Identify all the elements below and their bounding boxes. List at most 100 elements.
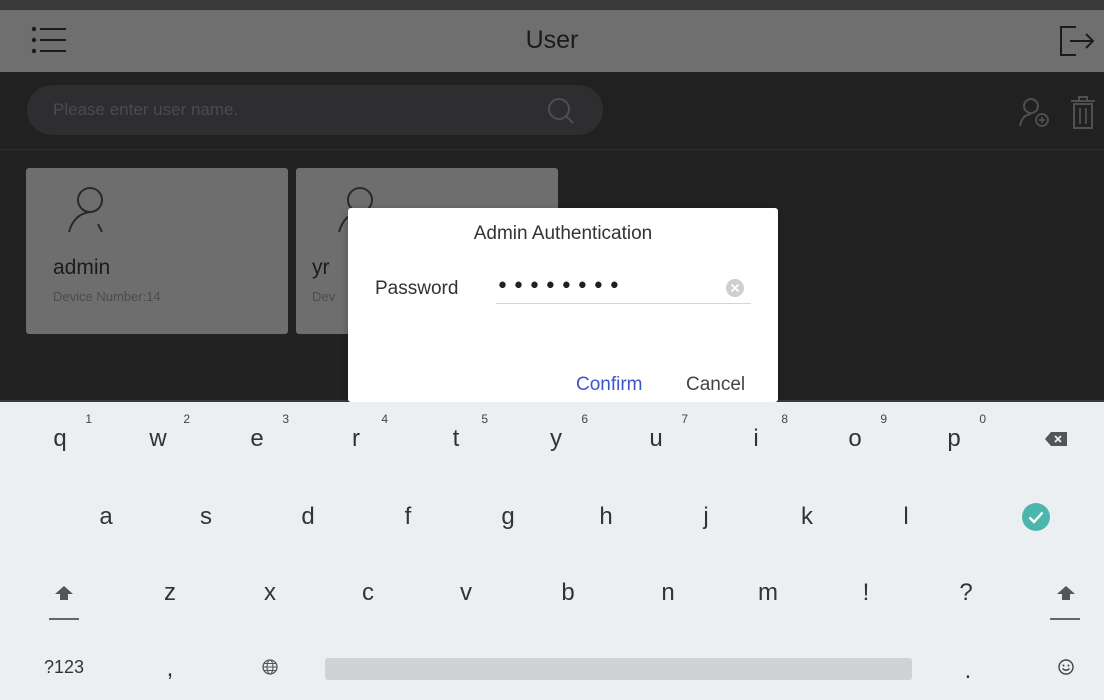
key-label: y bbox=[550, 425, 562, 452]
space-bar[interactable] bbox=[325, 658, 912, 680]
key-b[interactable]: b bbox=[518, 558, 618, 628]
key-p[interactable]: 0p bbox=[904, 404, 1004, 474]
backspace-icon bbox=[1045, 432, 1067, 446]
key-hint: 3 bbox=[282, 412, 289, 426]
admin-auth-dialog: Admin Authentication Password Confirm Ca… bbox=[348, 208, 778, 402]
key-exclamation[interactable]: ! bbox=[816, 558, 916, 628]
key-label: t bbox=[452, 425, 460, 452]
shift-underline bbox=[1050, 618, 1080, 620]
shift-arrow-icon bbox=[55, 586, 73, 600]
device-number: Dev bbox=[312, 289, 336, 304]
user-avatar-icon bbox=[68, 187, 103, 233]
backspace-key[interactable] bbox=[1016, 404, 1096, 474]
key-label: p bbox=[947, 425, 961, 452]
language-key[interactable] bbox=[220, 632, 320, 700]
page-title: User bbox=[525, 26, 579, 54]
key-label: z bbox=[164, 579, 176, 606]
check-circle-icon bbox=[1022, 503, 1050, 531]
key-j[interactable]: j bbox=[656, 482, 756, 552]
key-label: ?123 bbox=[43, 657, 85, 677]
cancel-button[interactable]: Cancel bbox=[686, 374, 745, 396]
password-input[interactable] bbox=[496, 270, 716, 302]
key-t[interactable]: 5t bbox=[406, 404, 506, 474]
search-icon[interactable] bbox=[547, 97, 575, 125]
shift-arrow-icon bbox=[1057, 586, 1075, 600]
key-c[interactable]: c bbox=[318, 558, 418, 628]
top-bar: User bbox=[0, 10, 1104, 72]
password-label: Password bbox=[375, 278, 459, 299]
key-label: v bbox=[460, 579, 472, 606]
shift-underline bbox=[49, 618, 79, 620]
key-label: f bbox=[404, 503, 412, 530]
key-f[interactable]: f bbox=[358, 482, 458, 552]
key-s[interactable]: s bbox=[156, 482, 256, 552]
key-label: i bbox=[753, 425, 759, 452]
key-l[interactable]: l bbox=[856, 482, 956, 552]
key-hint: 7 bbox=[681, 412, 688, 426]
key-label: h bbox=[599, 503, 613, 530]
device-number: Device Number:14 bbox=[53, 289, 161, 304]
key-g[interactable]: g bbox=[458, 482, 558, 552]
search-bar bbox=[27, 85, 603, 135]
key-w[interactable]: 2w bbox=[108, 404, 208, 474]
key-m[interactable]: m bbox=[718, 558, 818, 628]
key-o[interactable]: 9o bbox=[805, 404, 905, 474]
key-label: u bbox=[649, 425, 663, 452]
emoji-key[interactable] bbox=[1016, 632, 1104, 700]
key-question[interactable]: ? bbox=[916, 558, 1016, 628]
key-z[interactable]: z bbox=[120, 558, 220, 628]
key-label: , bbox=[166, 655, 174, 682]
key-hint: 1 bbox=[85, 412, 92, 426]
key-d[interactable]: d bbox=[258, 482, 358, 552]
shift-key-right[interactable] bbox=[1016, 558, 1104, 628]
key-hint: 0 bbox=[979, 412, 986, 426]
key-h[interactable]: h bbox=[556, 482, 656, 552]
trash-icon[interactable] bbox=[1070, 94, 1096, 130]
clear-icon[interactable] bbox=[725, 278, 745, 298]
onscreen-keyboard: 1q 2w 3e 4r 5t 6y 7u 8i 9o 0p a s d f g … bbox=[0, 402, 1104, 700]
logout-icon[interactable] bbox=[1058, 24, 1096, 58]
symbols-key[interactable]: ?123 bbox=[14, 632, 114, 700]
key-label: b bbox=[561, 579, 575, 606]
key-r[interactable]: 4r bbox=[306, 404, 406, 474]
key-label: x bbox=[264, 579, 276, 606]
key-label: c bbox=[362, 579, 374, 606]
user-name: yr bbox=[312, 256, 330, 279]
key-a[interactable]: a bbox=[56, 482, 156, 552]
key-hint: 9 bbox=[880, 412, 887, 426]
key-label: k bbox=[801, 503, 813, 530]
key-v[interactable]: v bbox=[416, 558, 516, 628]
key-label: r bbox=[352, 425, 360, 452]
add-user-icon[interactable] bbox=[1018, 96, 1052, 130]
enter-key[interactable] bbox=[986, 482, 1086, 552]
key-label: w bbox=[149, 425, 167, 452]
toolbar bbox=[0, 72, 1104, 150]
key-label: j bbox=[703, 503, 709, 530]
key-period[interactable]: . bbox=[918, 636, 1018, 700]
key-label: d bbox=[301, 503, 315, 530]
user-card[interactable]: admin Device Number:14 bbox=[26, 168, 288, 334]
key-k[interactable]: k bbox=[757, 482, 857, 552]
globe-icon bbox=[262, 659, 278, 675]
key-u[interactable]: 7u bbox=[606, 404, 706, 474]
key-label: e bbox=[250, 425, 264, 452]
search-input[interactable] bbox=[53, 85, 533, 135]
shift-key-left[interactable] bbox=[14, 558, 114, 628]
key-label: m bbox=[758, 579, 778, 606]
key-q[interactable]: 1q bbox=[10, 404, 110, 474]
key-y[interactable]: 6y bbox=[506, 404, 606, 474]
key-x[interactable]: x bbox=[220, 558, 320, 628]
key-comma[interactable]: , bbox=[120, 634, 220, 700]
key-hint: 8 bbox=[781, 412, 788, 426]
password-field bbox=[496, 270, 751, 304]
key-label: ! bbox=[862, 579, 870, 606]
key-hint: 2 bbox=[183, 412, 190, 426]
key-label: q bbox=[53, 425, 67, 452]
key-e[interactable]: 3e bbox=[207, 404, 307, 474]
key-i[interactable]: 8i bbox=[706, 404, 806, 474]
dialog-title: Admin Authentication bbox=[473, 223, 653, 244]
key-n[interactable]: n bbox=[618, 558, 718, 628]
confirm-button[interactable]: Confirm bbox=[576, 374, 643, 396]
user-name: admin bbox=[53, 256, 111, 279]
key-label: . bbox=[964, 657, 972, 684]
